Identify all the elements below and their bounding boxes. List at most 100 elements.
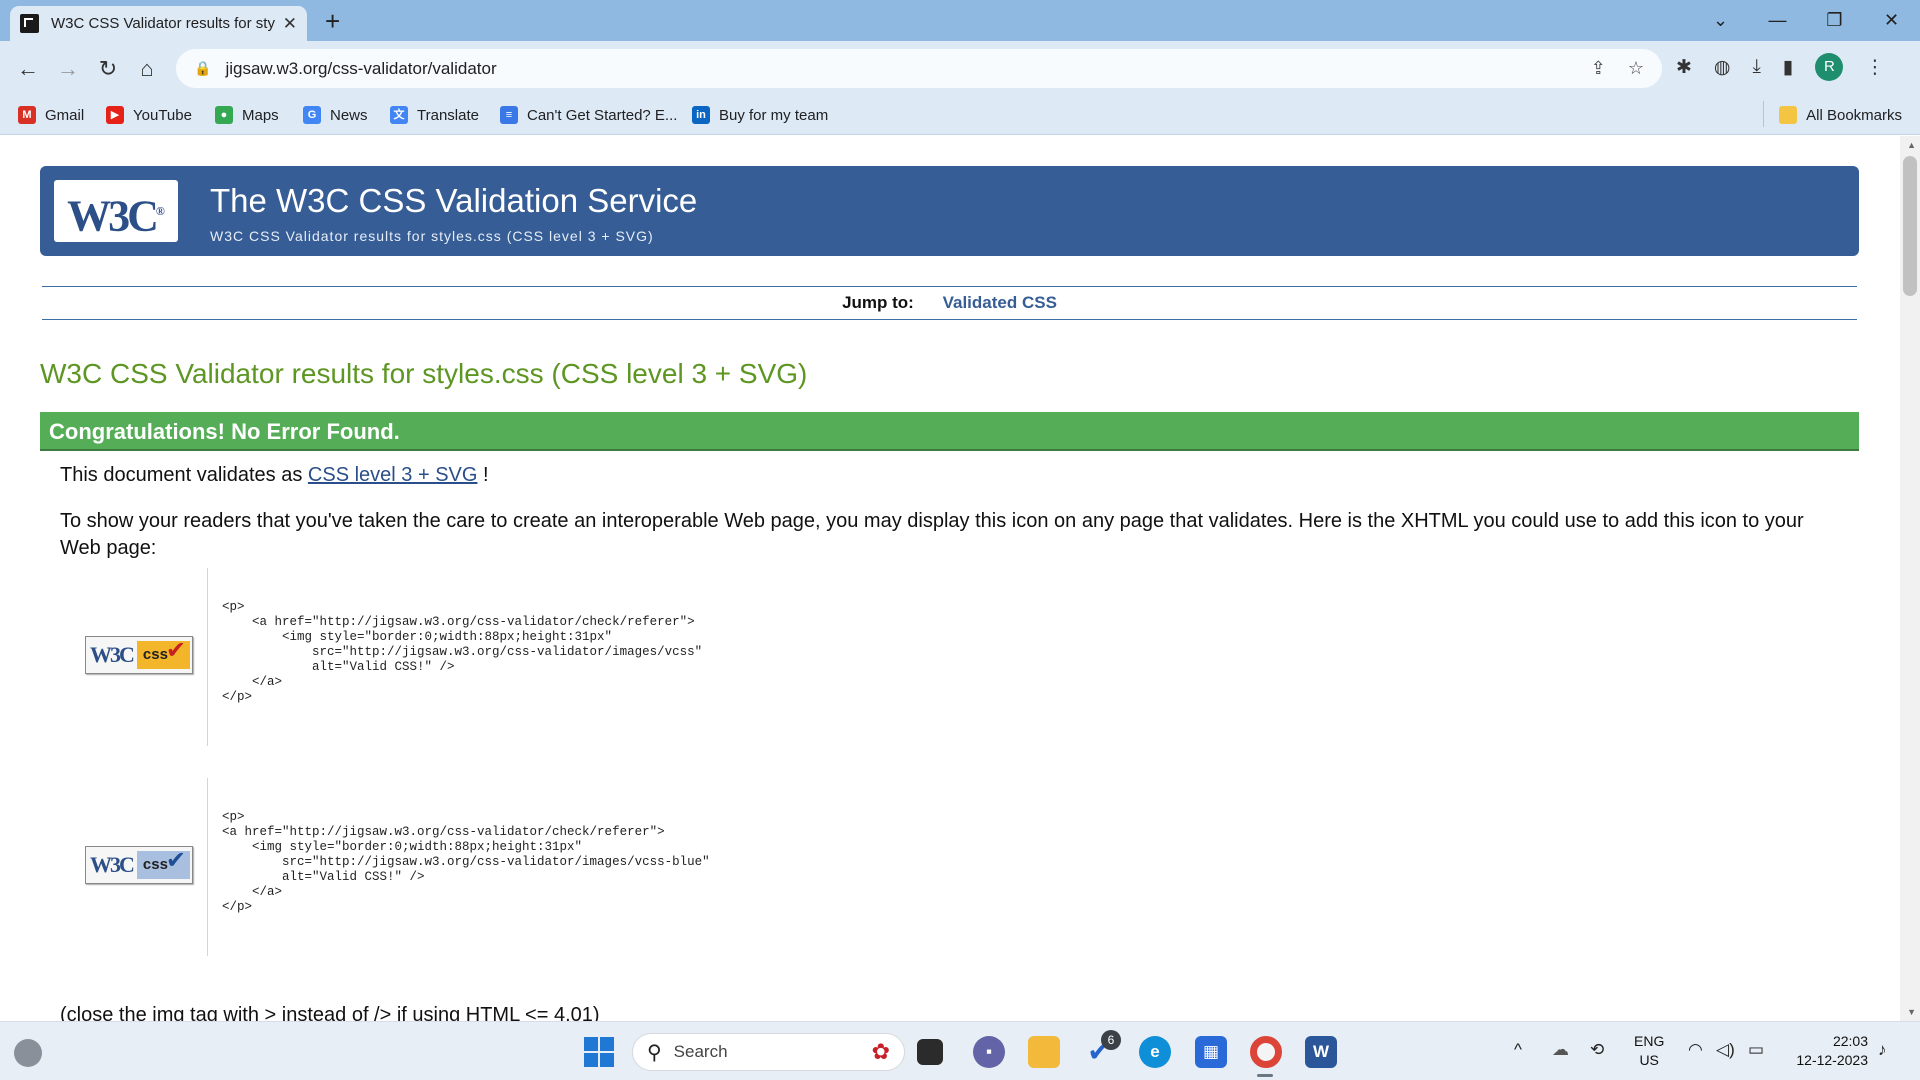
success-banner: Congratulations! No Error Found. bbox=[40, 412, 1859, 451]
search-icon: ⚲ bbox=[647, 1041, 662, 1064]
start-icon bbox=[600, 1053, 614, 1067]
youtube-icon: ▶ bbox=[106, 106, 124, 124]
bookmark-maps[interactable]: ● Maps bbox=[215, 106, 279, 124]
bookmark-gmail[interactable]: M Gmail bbox=[18, 106, 84, 124]
bookmark-label: Can't Get Started? E... bbox=[527, 106, 678, 124]
tab-search-icon[interactable]: ⌄ bbox=[1692, 10, 1749, 31]
show-hidden-icons-icon[interactable]: ^ bbox=[1514, 1040, 1522, 1060]
language-code: ENG bbox=[1634, 1033, 1665, 1049]
chrome-icon[interactable] bbox=[1250, 1036, 1282, 1068]
bookmark-translate[interactable]: 文 Translate bbox=[390, 106, 479, 124]
start-icon bbox=[600, 1037, 614, 1051]
battery-icon[interactable]: ▭ bbox=[1748, 1040, 1764, 1060]
tab-close-icon[interactable]: ✕ bbox=[283, 14, 297, 34]
side-panel-icon[interactable]: ▮ bbox=[1783, 56, 1793, 79]
badge-css-label: css bbox=[142, 856, 168, 873]
store-icon[interactable]: ▦ bbox=[1195, 1036, 1227, 1068]
bookmark-star-icon[interactable]: ☆ bbox=[1628, 58, 1644, 79]
poinsettia-icon: ✿ bbox=[871, 1039, 890, 1064]
maps-icon: ● bbox=[215, 106, 233, 124]
scrollbar-thumb[interactable] bbox=[1903, 156, 1917, 296]
url-text[interactable]: jigsaw.w3.org/css-validator/validator bbox=[225, 59, 1568, 79]
bookmark-label: YouTube bbox=[133, 106, 192, 124]
sync-icon[interactable]: ⟲ bbox=[1590, 1040, 1604, 1060]
volume-icon[interactable]: ◁) bbox=[1716, 1040, 1735, 1060]
badge-row-gold: W3C css ✔ <p> <a href="http://jigsaw.w3.o… bbox=[70, 568, 1820, 746]
all-bookmarks-button[interactable]: All Bookmarks bbox=[1779, 106, 1902, 124]
page-title[interactable]: The W3C CSS Validation Service bbox=[210, 182, 697, 220]
region-code: US bbox=[1639, 1052, 1659, 1068]
valid-css-badge-blue[interactable]: W3C css ✔ bbox=[85, 846, 193, 884]
badge-w3c-text: W3C bbox=[90, 642, 135, 667]
bookmarks-divider bbox=[1763, 101, 1764, 127]
home-icon[interactable]: ⌂ bbox=[129, 51, 165, 87]
notification-bell-icon[interactable]: ♪ bbox=[1878, 1040, 1887, 1060]
word-icon[interactable]: W bbox=[1305, 1036, 1337, 1068]
code-divider bbox=[207, 778, 208, 956]
input-language[interactable]: ENG US bbox=[1634, 1032, 1664, 1070]
badge-code-snippet[interactable]: <p> <a href="http://jigsaw.w3.org/css-va… bbox=[222, 600, 702, 705]
taskbar-search[interactable]: ⚲ Search ✿ bbox=[632, 1033, 905, 1071]
valid-css-badge-gold[interactable]: W3C css ✔ bbox=[85, 636, 193, 674]
download-icon[interactable]: ⤓ bbox=[1753, 56, 1761, 78]
translate-icon: 文 bbox=[390, 106, 408, 124]
search-placeholder: Search bbox=[673, 1042, 728, 1061]
bookmark-cant-get-started[interactable]: ≡ Can't Get Started? E... bbox=[500, 106, 677, 124]
tab-title: W3C CSS Validator results for styles.css bbox=[51, 15, 275, 32]
badge-w3c-text: W3C bbox=[90, 852, 135, 877]
validated-css-link[interactable]: Validated CSS bbox=[943, 293, 1057, 312]
badge-css-text: css ✔ bbox=[136, 637, 190, 669]
back-arrow-icon[interactable]: ← bbox=[10, 51, 46, 87]
bookmarks-bar: M Gmail ▶ YouTube ● Maps G News 文 Transl… bbox=[0, 97, 1920, 135]
validates-prefix: This document validates as bbox=[60, 464, 308, 486]
cloud-offline-icon[interactable]: ☁ bbox=[1552, 1040, 1569, 1060]
page-subtitle: W3C CSS Validator results for styles.css… bbox=[210, 228, 654, 244]
bookmark-buy-for-team[interactable]: in Buy for my team bbox=[692, 106, 828, 124]
code-divider bbox=[207, 568, 208, 746]
tab-strip: W3C CSS Validator results for styles.css… bbox=[0, 0, 1920, 41]
todo-count-badge: 6 bbox=[1101, 1030, 1121, 1050]
news-icon: G bbox=[303, 106, 321, 124]
badge-code-snippet[interactable]: <p> <a href="http://jigsaw.w3.org/css-va… bbox=[222, 810, 710, 915]
clock[interactable]: 22:03 12-12-2023 bbox=[1786, 1032, 1868, 1070]
close-window-button[interactable]: ✕ bbox=[1863, 10, 1920, 31]
start-button[interactable] bbox=[584, 1037, 614, 1067]
w3c-logo-text: W3C bbox=[67, 191, 159, 241]
browser-toolbar: ← → ↻ ⌂ 🔒 jigsaw.w3.org/css-validator/va… bbox=[0, 41, 1920, 97]
window-controls: ⌄ — ❐ ✕ bbox=[1692, 0, 1920, 41]
page-viewport[interactable]: W3C® The W3C CSS Validation Service W3C … bbox=[0, 136, 1900, 1021]
task-view-icon[interactable] bbox=[917, 1039, 943, 1065]
start-icon bbox=[584, 1053, 598, 1067]
scroll-down-arrow-icon[interactable]: ▼ bbox=[1907, 1007, 1916, 1017]
weather-icon[interactable] bbox=[14, 1039, 42, 1067]
teams-chat-icon[interactable]: ▪ bbox=[973, 1036, 1005, 1068]
w3c-logo[interactable]: W3C® bbox=[54, 180, 178, 242]
restore-button[interactable]: ❐ bbox=[1806, 10, 1863, 31]
badge-row-blue: W3C css ✔ <p> <a href="http://jigsaw.w3.o… bbox=[70, 778, 1820, 956]
share-icon[interactable]: ⇪ bbox=[1591, 58, 1606, 79]
header-banner: W3C® The W3C CSS Validation Service W3C … bbox=[40, 166, 1859, 256]
forward-arrow-icon[interactable]: → bbox=[50, 51, 86, 87]
toolbar-actions: ✱ ◍ ⤓ ▮ R ⋮ bbox=[1676, 53, 1884, 81]
minimize-button[interactable]: — bbox=[1749, 10, 1806, 31]
lock-icon[interactable]: 🔒 bbox=[194, 60, 211, 77]
menu-kebab-icon[interactable]: ⋮ bbox=[1865, 56, 1884, 79]
tab-active[interactable]: W3C CSS Validator results for styles.css… bbox=[10, 6, 307, 41]
folder-icon bbox=[1779, 106, 1798, 124]
css-level-link[interactable]: CSS level 3 + SVG bbox=[308, 464, 478, 486]
extensions-icon[interactable]: ✱ bbox=[1676, 56, 1692, 79]
badge-css-text: css ✔ bbox=[136, 847, 190, 879]
profile-avatar[interactable]: R bbox=[1815, 53, 1844, 81]
new-tab-button[interactable]: + bbox=[325, 6, 340, 36]
windows-taskbar: ⚲ Search ✿ ▪ ✔ 6 e ▦ W ^ ☁ ⟲ ENG US ◠ ◁)… bbox=[0, 1021, 1920, 1080]
file-explorer-icon[interactable] bbox=[1028, 1036, 1060, 1068]
all-bookmarks-label: All Bookmarks bbox=[1806, 106, 1902, 124]
bookmark-news[interactable]: G News bbox=[303, 106, 368, 124]
address-bar[interactable]: 🔒 jigsaw.w3.org/css-validator/validator … bbox=[176, 49, 1662, 88]
scroll-up-arrow-icon[interactable]: ▲ bbox=[1907, 140, 1916, 150]
performance-icon[interactable]: ◍ bbox=[1714, 56, 1731, 79]
edge-icon[interactable]: e bbox=[1139, 1036, 1171, 1068]
reload-icon[interactable]: ↻ bbox=[90, 51, 126, 87]
wifi-icon[interactable]: ◠ bbox=[1688, 1040, 1703, 1060]
bookmark-youtube[interactable]: ▶ YouTube bbox=[106, 106, 192, 124]
